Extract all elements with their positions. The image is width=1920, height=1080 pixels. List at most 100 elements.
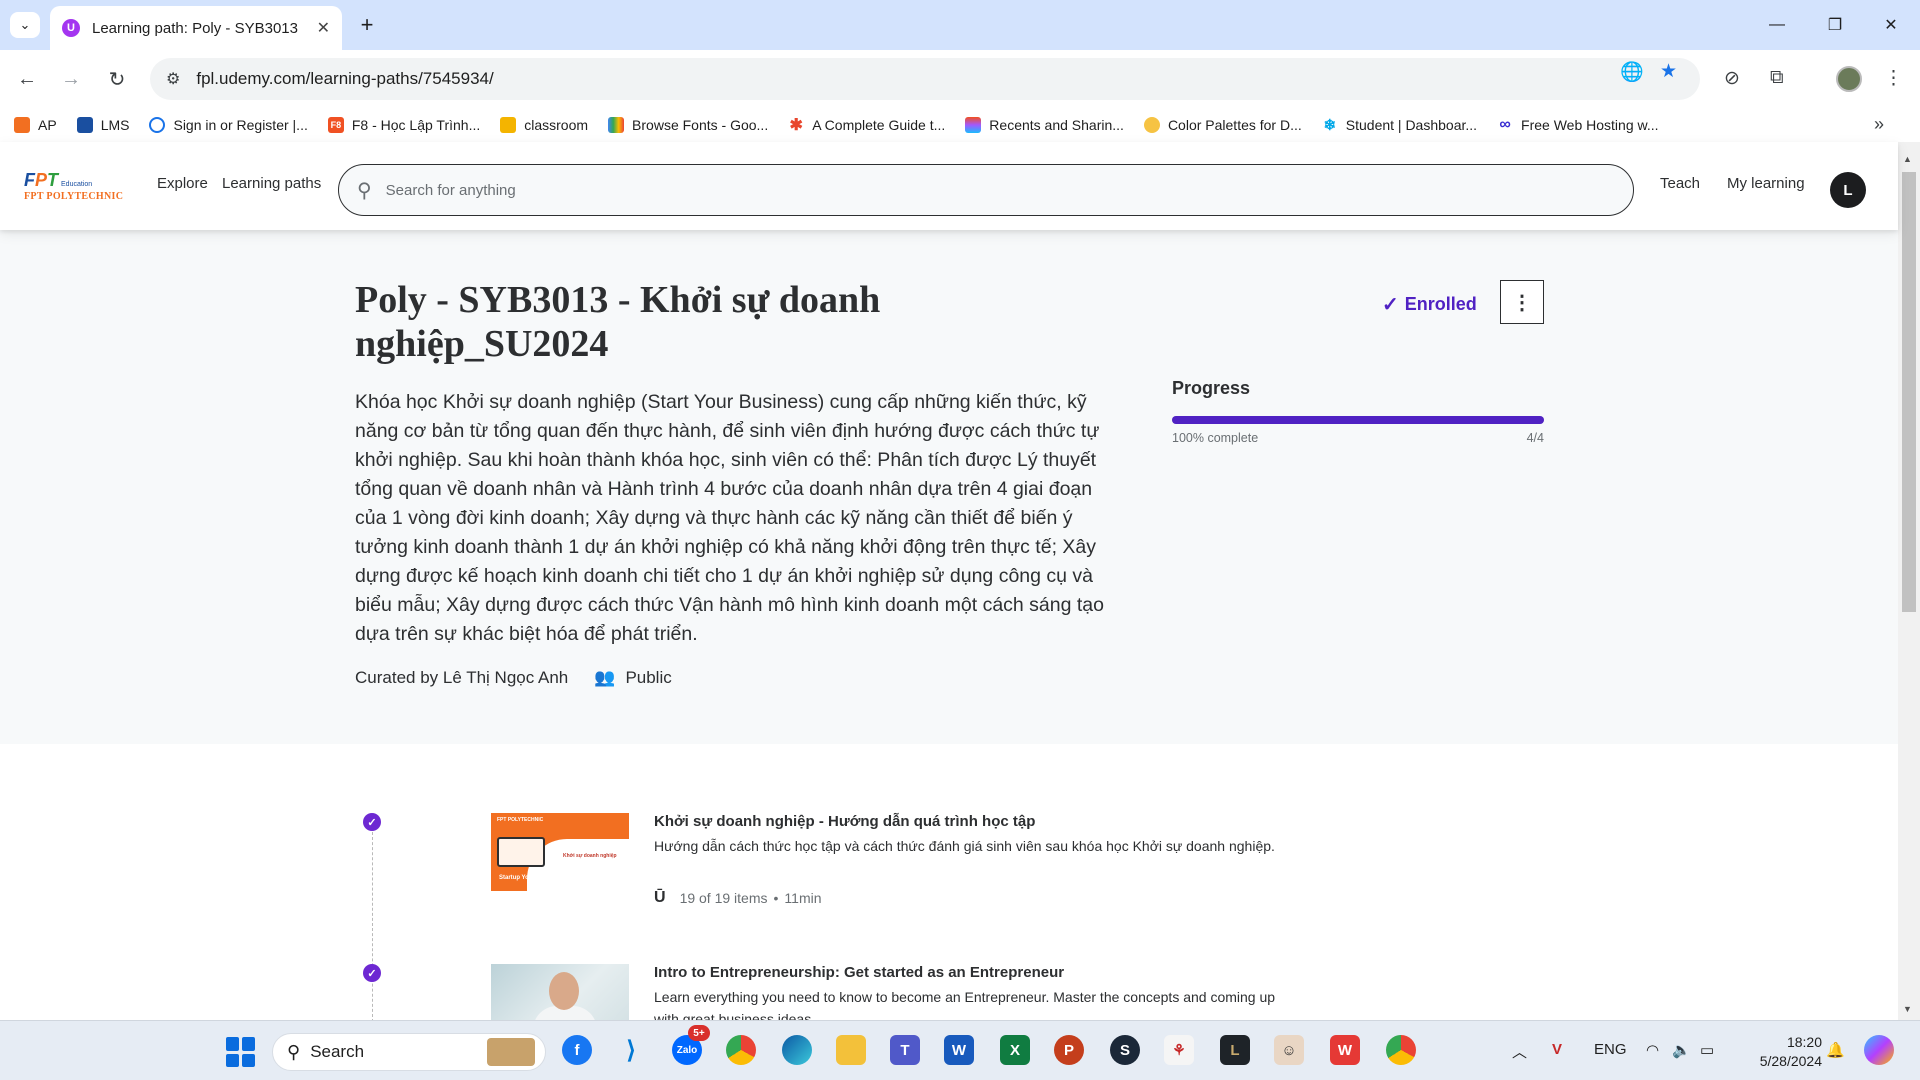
nav-teach[interactable]: Teach (1660, 175, 1700, 192)
minimize-button[interactable]: — (1748, 0, 1806, 50)
vivaldi-tray-icon[interactable]: V (1552, 1041, 1562, 1058)
classroom-icon (500, 117, 517, 133)
game-icon[interactable]: ☺ (1274, 1035, 1304, 1065)
google-fonts-icon (608, 117, 625, 133)
site-info-icon[interactable]: ⚙ (166, 69, 180, 89)
facebook-icon[interactable]: f (562, 1035, 592, 1065)
infinity-icon: ∞ (1499, 116, 1511, 133)
notification-bell-icon[interactable]: 🔔 (1826, 1041, 1845, 1059)
excel-icon[interactable]: X (1000, 1035, 1030, 1065)
meta-separator: • (773, 890, 779, 906)
udemy-icon: Ū (654, 889, 666, 906)
course-meta: Ū 19 of 19 items • 11min (654, 889, 822, 907)
tab-close-icon[interactable]: ✕ (317, 18, 330, 38)
bookmark-complete-guide[interactable]: ✱ A Complete Guide t... (788, 117, 946, 134)
bookmark-label: Student | Dashboar... (1345, 117, 1478, 133)
bookmark-label: Recents and Sharin... (989, 117, 1124, 133)
translate-icon[interactable]: 🌐 (1620, 60, 1644, 84)
teams-icon[interactable]: T (890, 1035, 920, 1065)
nav-learning-paths[interactable]: Learning paths (222, 175, 321, 192)
url-text[interactable]: fpl.udemy.com/learning-paths/7545934/ (196, 69, 493, 89)
taskbar-search[interactable]: ⚲ Search (272, 1033, 546, 1071)
progress-bar-fill (1172, 416, 1544, 424)
address-bar[interactable]: ⚙ fpl.udemy.com/learning-paths/7545934/ (150, 58, 1700, 100)
bookmark-star-icon[interactable]: ★ (1660, 60, 1677, 83)
system-clock[interactable]: 18:20 5/28/2024 (1742, 1033, 1822, 1071)
thumbnail-logo: FPT POLYTECHNIC (497, 817, 544, 823)
more-options-button[interactable]: ⋮ (1500, 280, 1544, 324)
learning-path-hero: Poly - SYB3013 - Khởi sự doanh nghiệp_SU… (0, 230, 1898, 744)
forward-button[interactable]: → (56, 64, 86, 94)
user-avatar[interactable]: L (1830, 172, 1866, 208)
profile-avatar[interactable] (1836, 66, 1862, 92)
course-description: Learn everything you need to know to bec… (654, 989, 1276, 1020)
volume-icon[interactable]: 🔈 (1672, 1041, 1691, 1059)
league-of-legends-icon[interactable]: L (1220, 1035, 1250, 1065)
thumbnail-caption: Khởi sự doanh nghiệp (563, 853, 617, 859)
vscode-icon[interactable]: ⟩ (616, 1035, 646, 1065)
visibility: 👥 Public (594, 668, 671, 688)
close-window-button[interactable]: ✕ (1862, 0, 1920, 50)
fpt-icon (14, 117, 30, 133)
browser-menu-icon[interactable]: ⋮ (1884, 67, 1903, 90)
start-windows-icon[interactable] (226, 1037, 256, 1067)
new-tab-button[interactable]: + (352, 10, 382, 40)
course-thumbnail[interactable]: FPT POLYTECHNIC Khởi sự doanh nghiệp Sta… (491, 813, 629, 891)
clock-date: 5/28/2024 (1759, 1053, 1822, 1069)
extensions-puzzle-icon[interactable]: ⧉ (1770, 67, 1784, 89)
scroll-up-icon[interactable]: ▲ (1903, 154, 1912, 164)
course-search[interactable]: ⚲ (338, 164, 1634, 216)
fpt-polytechnic-logo[interactable]: FPT Education FPT POLYTECHNIC (24, 170, 136, 204)
logo-polytechnic-text: FPT POLYTECHNIC (24, 191, 124, 202)
restore-button[interactable]: ❐ (1806, 0, 1864, 50)
bookmark-free-web-hosting[interactable]: ∞ Free Web Hosting w... (1497, 116, 1658, 133)
logo-fpt-text: FPT (24, 170, 59, 190)
chrome-icon[interactable] (726, 1035, 756, 1065)
thumbnail-person-head (549, 972, 579, 1010)
word-icon[interactable]: W (944, 1035, 974, 1065)
bookmark-label: A Complete Guide t... (812, 117, 946, 133)
page-scrollbar[interactable]: ▲ ▼ (1898, 142, 1920, 1020)
course-description: Hướng dẫn cách thức học tập và cách thức… (654, 838, 1275, 854)
language-indicator[interactable]: ENG (1594, 1041, 1627, 1058)
steam-icon[interactable]: S (1110, 1035, 1140, 1065)
app-icon[interactable]: ⚘ (1164, 1035, 1194, 1065)
nav-explore[interactable]: Explore (157, 175, 208, 192)
wps-office-icon[interactable]: W (1330, 1035, 1360, 1065)
course-title[interactable]: Intro to Entrepreneurship: Get started a… (654, 964, 1064, 981)
bookmark-sign-in[interactable]: Sign in or Register |... (149, 117, 308, 133)
bookmark-student-dashboard[interactable]: ❄ Student | Dashboar... (1322, 117, 1478, 134)
tab-search-button[interactable]: ⌄ (10, 12, 40, 38)
scroll-down-icon[interactable]: ▼ (1903, 1004, 1912, 1014)
search-icon[interactable]: ⚲ (357, 178, 372, 203)
extension-compass-icon[interactable]: ⊘ (1724, 67, 1740, 90)
completed-check-icon: ✓ (363, 813, 381, 831)
wifi-icon[interactable]: ◠ (1646, 1041, 1659, 1059)
powerpoint-icon[interactable]: P (1054, 1035, 1084, 1065)
active-tab[interactable]: U Learning path: Poly - SYB3013 - ✕ (50, 6, 342, 50)
bookmarks-overflow-icon[interactable]: » (1874, 114, 1884, 135)
f8-icon: F8 (327, 117, 344, 133)
course-title[interactable]: Khởi sự doanh nghiệp - Hướng dẫn quá trì… (654, 813, 1035, 830)
udemy-favicon-icon: U (62, 19, 80, 37)
bookmark-classroom[interactable]: classroom (500, 117, 588, 133)
chrome-active-icon[interactable] (1386, 1035, 1416, 1065)
bookmark-ap[interactable]: AP (14, 117, 57, 133)
chevron-up-icon[interactable]: ︿ (1512, 1041, 1527, 1062)
bookmark-color-palettes[interactable]: Color Palettes for D... (1143, 117, 1302, 133)
bookmark-lms[interactable]: LMS (76, 117, 129, 133)
file-explorer-icon[interactable] (836, 1035, 866, 1065)
reload-button[interactable]: ↻ (102, 64, 132, 94)
copilot-icon[interactable] (1864, 1035, 1894, 1065)
scrollbar-thumb[interactable] (1902, 172, 1916, 612)
back-button[interactable]: ← (12, 64, 42, 94)
people-icon: 👥 (594, 668, 616, 687)
bookmark-f8[interactable]: F8 F8 - Học Lập Trình... (327, 117, 480, 133)
course-thumbnail[interactable] (491, 964, 629, 1020)
battery-icon[interactable]: ▭ (1700, 1041, 1714, 1059)
bookmark-figma[interactable]: Recents and Sharin... (965, 117, 1124, 133)
bookmark-google-fonts[interactable]: Browse Fonts - Goo... (608, 117, 768, 133)
nav-my-learning[interactable]: My learning (1727, 175, 1805, 192)
search-input[interactable] (385, 181, 1586, 199)
edge-icon[interactable] (782, 1035, 812, 1065)
